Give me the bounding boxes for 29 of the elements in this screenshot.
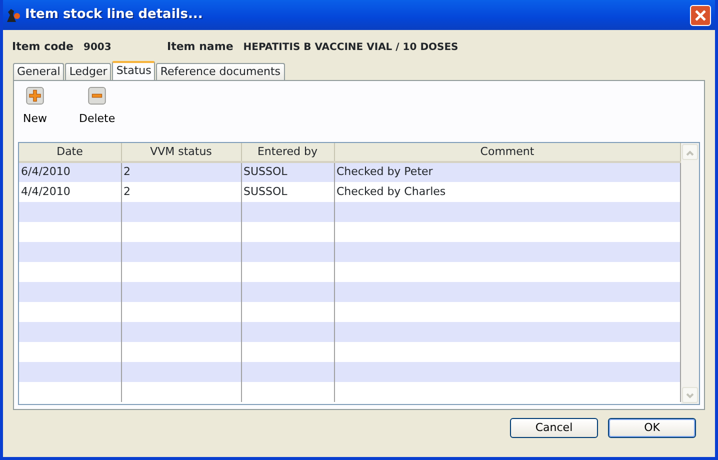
scroll-down-button[interactable]: [682, 387, 698, 403]
tab[interactable]: Ledger: [65, 63, 112, 80]
column-header[interactable]: Comment: [334, 143, 680, 162]
window-title: Item stock line details...: [25, 6, 204, 24]
app-icon: [5, 7, 21, 23]
delete-button[interactable]: Delete: [79, 87, 116, 127]
close-icon: [694, 8, 707, 22]
column-header[interactable]: VVM status: [121, 143, 241, 162]
field-value: HEPATITIS B VACCINE VIAL / 10 DOSES: [243, 41, 458, 55]
field-label: Item name: [167, 39, 234, 55]
column-header[interactable]: Date: [19, 143, 121, 162]
cancel-button[interactable]: Cancel: [510, 418, 598, 438]
table-cell: SUSSOL: [241, 162, 334, 182]
column-header[interactable]: Entered by: [241, 143, 334, 162]
table-cell: 6/4/2010: [19, 162, 121, 182]
close-button[interactable]: [690, 4, 711, 26]
field-value: 9003: [84, 41, 112, 55]
tab[interactable]: Status: [112, 61, 156, 80]
tab[interactable]: General: [13, 63, 64, 80]
scrollbar[interactable]: [681, 143, 699, 404]
table-cell: 2: [121, 162, 241, 182]
tab[interactable]: Reference documents: [156, 63, 285, 80]
table-cell: Checked by Peter: [334, 162, 680, 182]
ok-button[interactable]: OK: [608, 418, 696, 438]
minus-icon: [86, 87, 108, 104]
field-label: Item code: [12, 39, 74, 55]
scroll-up-button[interactable]: [682, 144, 698, 160]
plus-icon: [24, 87, 46, 104]
new-button[interactable]: New: [23, 87, 47, 127]
